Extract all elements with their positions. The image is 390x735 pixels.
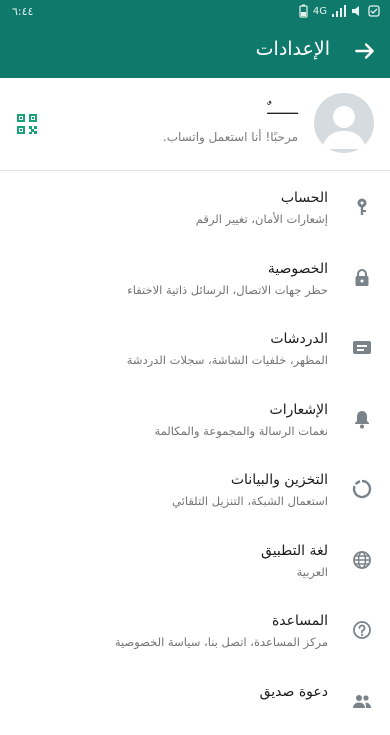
settings-item-title: الدردشات [270,331,328,347]
storage-icon [352,479,372,499]
settings-item-subtitle: العربية [297,565,328,579]
settings-item-subtitle: المظهر، خلفيات الشاشة، سجلات الدردشة [127,353,328,367]
settings-item-chats[interactable]: الدردشات المظهر، خلفيات الشاشة، سجلات ال… [0,312,390,383]
settings-item-help[interactable]: المساعدة مركز المساعدة، اتصل بنا، سياسة … [0,594,390,665]
settings-item-title: الإشعارات [270,402,328,418]
notification-icon [368,5,380,17]
settings-item-invite[interactable]: دعوة صديق [0,665,390,735]
signal-icon [332,5,346,17]
settings-item-notifications[interactable]: الإشعارات نغمات الرسالة والمجموعة والمكا… [0,383,390,454]
profile-avatar[interactable] [314,93,374,153]
status-time: ٦:٤٤ [12,5,33,18]
profile-name: ـــــــٌ [267,100,298,118]
default-avatar-icon [314,93,374,153]
settings-item-subtitle: استعمال الشبكة، التنزيل التلقائي [172,494,328,508]
app-bar: الإعدادات [0,24,390,78]
settings-item-subtitle: نغمات الرسالة والمجموعة والمكالمة [154,424,328,438]
people-icon [352,691,372,711]
system-icons: 4G [299,4,380,18]
profile-about: مرحبًا! أنا استعمل واتساب. [163,130,298,144]
settings-item-subtitle: إشعارات الأمان، تغيير الرقم [196,212,328,226]
page-title: الإعدادات [256,38,330,60]
settings-item-storage[interactable]: التخزين والبيانات استعمال الشبكة، التنزي… [0,453,390,524]
settings-item-subtitle: مركز المساعدة، اتصل بنا، سياسة الخصوصية [115,635,328,649]
settings-item-privacy[interactable]: الخصوصية حظر جهات الاتصال، الرسائل ذاتية… [0,242,390,313]
profile-header[interactable]: ـــــــٌ مرحبًا! أنا استعمل واتساب. [0,78,390,170]
status-bar: ٦:٤٤ 4G [0,0,390,24]
battery-icon [299,4,308,18]
qr-code-icon[interactable] [16,113,38,135]
bell-icon [352,409,372,429]
help-icon [352,620,372,640]
settings-item-title: التخزين والبيانات [231,472,328,488]
settings-item-account[interactable]: الحساب إشعارات الأمان، تغيير الرقم [0,171,390,242]
settings-item-title: لغة التطبيق [261,543,328,559]
globe-icon [352,550,372,570]
network-type: 4G [313,6,327,17]
back-arrow-icon[interactable] [352,38,378,64]
key-icon [352,197,372,217]
settings-item-title: دعوة صديق [260,684,328,700]
lock-icon [352,268,372,288]
settings-item-language[interactable]: لغة التطبيق العربية [0,524,390,595]
settings-item-title: الخصوصية [268,261,328,277]
chat-icon [352,338,372,358]
mute-icon [351,5,363,17]
settings-item-title: الحساب [281,190,328,206]
settings-item-title: المساعدة [272,613,328,629]
settings-list: الحساب إشعارات الأمان، تغيير الرقم الخصو… [0,171,390,735]
settings-item-subtitle: حظر جهات الاتصال، الرسائل ذاتية الاختفاء [127,283,328,297]
